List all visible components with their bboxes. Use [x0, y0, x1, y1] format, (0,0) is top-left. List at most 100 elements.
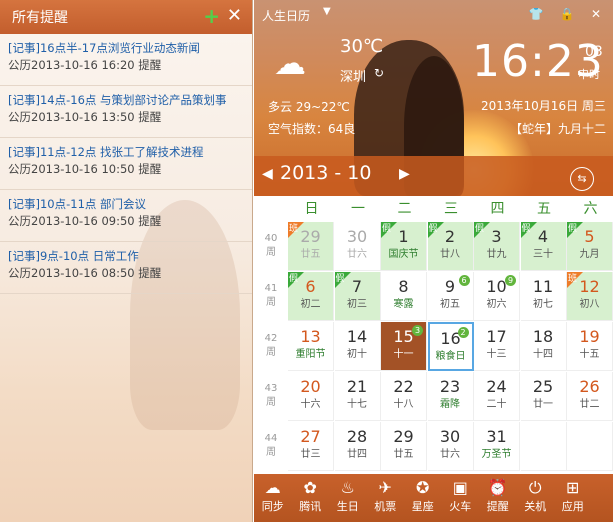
weekday-header: 五	[537, 201, 551, 217]
calendar-day[interactable]: 17 十三	[474, 322, 520, 371]
city: 深圳	[340, 70, 367, 85]
next-month-icon[interactable]: ▶	[399, 166, 410, 182]
day-number: 19	[579, 327, 600, 346]
day-lunar: 粮食日	[435, 351, 466, 362]
skin-icon[interactable]: 👕	[525, 4, 547, 24]
cloud-weather-icon: ☁	[274, 44, 306, 82]
calendar-day[interactable]: 13 重阳节	[288, 322, 334, 371]
calendar-day[interactable]: 10 初六 9	[474, 272, 520, 321]
top-bar: 人生日历 ▼ 👕 🔒 ✕	[254, 0, 613, 30]
toolbar-item-alarm[interactable]: ⏰ 提醒	[479, 474, 517, 522]
close-icon[interactable]: ✕	[585, 4, 607, 24]
calendar-day[interactable]: 23 霜降	[427, 372, 474, 421]
calendar-day[interactable]: 25 廿一	[520, 372, 567, 421]
calendar-day[interactable]: 20 十六	[288, 372, 334, 421]
day-lunar: 廿一	[533, 399, 553, 410]
toolbar-item-plane[interactable]: ✈ 机票	[367, 474, 405, 522]
calendar-day[interactable]: 28 廿四	[334, 422, 381, 471]
holiday-tag: 班	[567, 272, 583, 288]
toolbar-item-power[interactable]: ⏻ 关机	[517, 474, 555, 522]
day-number: 14	[346, 327, 368, 346]
calendar-day[interactable]: 11 初七	[520, 272, 567, 321]
calendar-day[interactable]: 24 二十	[474, 372, 520, 421]
calendar-day[interactable]: 8 寒露	[381, 272, 427, 321]
plus-icon[interactable]: +	[203, 4, 220, 28]
day-number: 21	[346, 377, 368, 396]
toolbar-item-star[interactable]: ✪ 星座	[404, 474, 442, 522]
calendar-day[interactable]: 1 国庆节假	[381, 222, 427, 271]
calendar-day[interactable]: 15 十一 3	[381, 322, 427, 371]
calendar-day[interactable]: 27 廿三	[288, 422, 334, 471]
reminder-item[interactable]: [记事]10点-11点 部门会议 公历2013-10-16 09:50 提醒	[0, 190, 252, 242]
toolbar-item-train[interactable]: ▣ 火车	[442, 474, 480, 522]
calendar-day[interactable]: 26 廿二	[567, 372, 613, 421]
toolbar-label: 生日	[336, 500, 359, 513]
day-lunar: 廿九	[486, 249, 507, 260]
calendar-day[interactable]: 18 十四	[520, 322, 567, 371]
weekday-header: 二	[397, 201, 412, 217]
toolbar-label: 机票	[374, 500, 397, 513]
holiday-tag: 假	[567, 222, 583, 238]
reminder-item-title: [记事]11点-12点 找张工了解技术进程	[8, 145, 204, 159]
day-lunar: 初三	[347, 299, 367, 310]
holiday-tag: 假	[334, 272, 351, 288]
day-number: 13	[300, 327, 321, 346]
reminder-item[interactable]: [记事]14点-16点 与策划部讨论产品策划事 公历2013-10-16 13:5…	[0, 86, 252, 138]
cloud-icon: ☁	[264, 478, 281, 497]
week-number: 41 周	[254, 282, 288, 310]
day-number: 8	[398, 277, 409, 296]
chevron-down-icon[interactable]: ▼	[323, 6, 331, 17]
week-label: 周	[266, 347, 276, 358]
calendar-day[interactable]: 12 初八班	[567, 272, 613, 321]
week-number: 44 周	[254, 432, 288, 460]
calendar-day[interactable]: 31 万圣节	[474, 422, 520, 471]
day-number: 30	[346, 227, 368, 246]
day-number: 25	[532, 377, 554, 396]
holiday-tag-text: 假	[382, 224, 392, 234]
day-lunar: 初十	[347, 349, 367, 360]
reminder-item-date: 公历2013-10-16 13:50 提醒	[8, 110, 162, 124]
day-number: 17	[486, 327, 507, 346]
day-lunar: 廿三	[300, 449, 321, 460]
calendar-header: ◀ 2013 - 10 ▶ ⇆	[254, 156, 613, 196]
back-today-icon[interactable]: ⇆	[570, 167, 594, 191]
calendar-day[interactable]: 4 三十假	[520, 222, 567, 271]
calendar-day[interactable]: 19 十五	[567, 322, 613, 371]
day-number: 26	[579, 377, 600, 396]
week-number-value: 43	[264, 383, 278, 394]
toolbar-item-qq[interactable]: ✿ 腾讯	[292, 474, 330, 522]
day-lunar: 廿二	[579, 399, 600, 410]
calendar-day[interactable]: 2 廿八假	[427, 222, 474, 271]
reminder-item[interactable]: [记事]16点半-17点浏览行业动态新闻 公历2013-10-16 16:20 提…	[0, 34, 252, 86]
reminder-item-date: 公历2013-10-16 16:20 提醒	[8, 58, 162, 72]
year-month[interactable]: 2013 - 10	[280, 162, 371, 184]
weekday-header: 四	[490, 201, 505, 217]
calendar-day[interactable]: 16 粮食日 2	[427, 322, 474, 371]
calendar-day[interactable]: 30 廿六	[427, 422, 474, 471]
toolbar-item-cake[interactable]: ♨ 生日	[329, 474, 367, 522]
close-icon[interactable]: ✕	[227, 5, 242, 27]
calendar-day[interactable]: 9 初五 6	[427, 272, 474, 321]
toolbar-item-cloud[interactable]: ☁ 同步	[254, 474, 292, 522]
plane-icon: ✈	[378, 478, 392, 497]
calendar-day[interactable]: 22 十八	[381, 372, 427, 421]
prev-month-icon[interactable]: ◀	[262, 166, 273, 182]
calendar-day[interactable]: 7 初三假	[334, 272, 381, 321]
toolbar-item-apps[interactable]: ⊞ 应用	[554, 474, 592, 522]
day-lunar: 廿五	[393, 449, 414, 460]
calendar-day[interactable]: 30 廿六	[334, 222, 381, 271]
reminder-item[interactable]: [记事]11点-12点 找张工了解技术进程 公历2013-10-16 10:50 …	[0, 138, 252, 190]
calendar-day[interactable]: 29 廿五班	[288, 222, 334, 271]
calendar-day[interactable]: 3 廿九假	[474, 222, 520, 271]
calendar-day[interactable]: 21 十七	[334, 372, 381, 421]
holiday-tag-text: 假	[335, 274, 345, 284]
calendar-grid: 日一二三四五六 40 周 29 廿五班 30 廿六 1 国庆节假 2 廿八假 3 廿九假 4 三十假 5 九月假…	[254, 196, 613, 474]
reminder-item[interactable]: [记事]9点-10点 日常工作 公历2013-10-16 08:50 提醒	[0, 242, 252, 294]
calendar-day[interactable]: 6 初二假	[288, 272, 334, 321]
lock-icon[interactable]: 🔒	[556, 4, 578, 24]
calendar-day[interactable]: 14 初十	[334, 322, 381, 371]
day-number: 28	[346, 427, 368, 446]
calendar-day[interactable]: 29 廿五	[381, 422, 427, 471]
calendar-day[interactable]: 5 九月假	[567, 222, 613, 271]
refresh-icon[interactable]: ↻	[374, 66, 384, 80]
